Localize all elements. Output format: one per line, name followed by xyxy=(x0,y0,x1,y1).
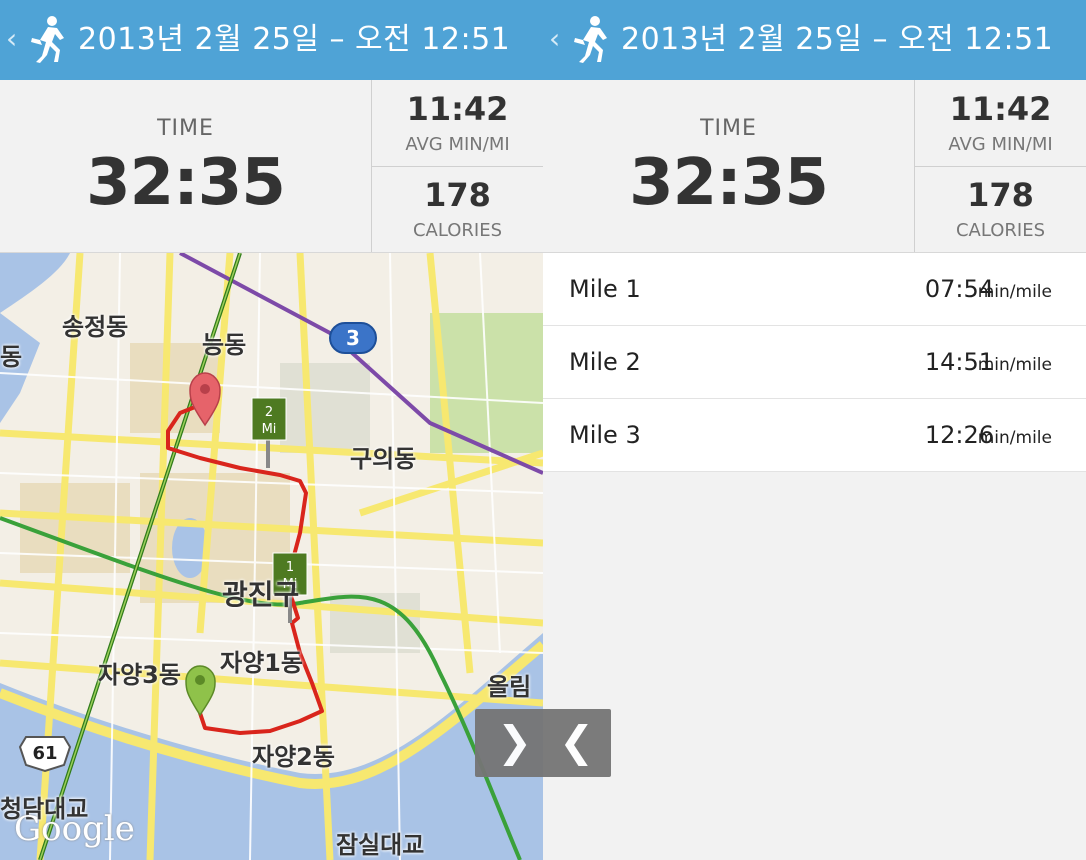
split-pace-unit: min/mile xyxy=(977,355,1052,375)
map-label-jayang1: 자양1동 xyxy=(220,649,303,677)
stats-panel: TIME 32:35 11:42 AVG MIN/MI 178 CALORIES xyxy=(0,80,543,253)
pace-block-right: 11:42 AVG MIN/MI xyxy=(915,80,1086,167)
back-icon-right[interactable]: ‹ xyxy=(549,22,560,56)
time-label: TIME xyxy=(157,116,214,141)
subway-line-number: 3 xyxy=(346,326,360,350)
time-value: 32:35 xyxy=(86,146,286,220)
split-row-mile-2[interactable]: Mile 2 14:51 min/mile xyxy=(543,326,1086,399)
header-bar: ‹ 2013년 2월 25일 – 오전 12:51 xyxy=(0,0,543,80)
map-label-ollim: 올림 xyxy=(487,673,532,701)
google-attribution: Google xyxy=(14,809,135,849)
map-label-jayang2: 자양2동 xyxy=(252,743,335,771)
split-pace-unit: min/mile xyxy=(977,428,1052,448)
calories-block: 178 CALORIES xyxy=(372,166,543,252)
map-label-gwangjin: 광진구 xyxy=(222,578,300,611)
map-label-jamsil-bridge: 잠실대교 xyxy=(336,831,425,859)
workout-date-title-right: 2013년 2월 25일 – 오전 12:51 xyxy=(621,22,1054,57)
app-root: ‹ 2013년 2월 25일 – 오전 12:51 TIME 32:35 11:… xyxy=(0,0,1086,860)
time-label-right: TIME xyxy=(700,116,757,141)
map-label-songjeong: 송정동 xyxy=(62,313,129,341)
header-bar-right: ‹ 2013년 2월 25일 – 오전 12:51 xyxy=(543,0,1086,80)
mile-2-number: 2 xyxy=(265,405,273,420)
split-pace-unit: min/mile xyxy=(977,282,1052,302)
mile-2-unit: Mi xyxy=(262,422,277,437)
back-icon[interactable]: ‹ xyxy=(6,22,17,56)
map-label-dong: 동 xyxy=(0,343,23,371)
chevron-right-icon[interactable]: ❯ xyxy=(497,717,532,766)
calories-block-right: 178 CALORIES xyxy=(915,166,1086,252)
split-mile-label: Mile 2 xyxy=(569,348,641,376)
highway-number: 61 xyxy=(32,743,57,764)
workout-date-title: 2013년 2월 25일 – 오전 12:51 xyxy=(78,22,511,57)
calories-label-right: CALORIES xyxy=(955,220,1046,241)
time-value-right: 32:35 xyxy=(629,146,829,220)
calories-label: CALORIES xyxy=(412,220,503,241)
pace-label: AVG MIN/MI xyxy=(405,134,510,155)
split-mile-label: Mile 3 xyxy=(569,421,641,449)
time-block-right: TIME 32:35 xyxy=(543,80,914,252)
pace-block: 11:42 AVG MIN/MI xyxy=(372,80,543,167)
map-label-guui: 구의동 xyxy=(350,445,417,473)
pace-label-right: AVG MIN/MI xyxy=(948,134,1053,155)
splits-panel: ‹ 2013년 2월 25일 – 오전 12:51 TIME 32:35 11:… xyxy=(543,0,1086,860)
pace-value: 11:42 xyxy=(406,90,509,128)
stats-panel-right: TIME 32:35 11:42 AVG MIN/MI 178 CALORIES xyxy=(543,80,1086,253)
splits-list: Mile 1 07:54 min/mile Mile 2 14:51 min/m… xyxy=(543,253,1086,472)
map-label-jayang3: 자양3동 xyxy=(98,661,181,689)
route-map[interactable]: 3 61 2 Mi 1 Mi 송정동 능동 동 구의동 광진구 자양3동 자양1… xyxy=(0,253,543,860)
map-label-neung: 능동 xyxy=(202,331,247,359)
runner-icon xyxy=(31,16,64,63)
pace-value-right: 11:42 xyxy=(949,90,1052,128)
split-mile-label: Mile 1 xyxy=(569,275,641,303)
split-row-mile-1[interactable]: Mile 1 07:54 min/mile xyxy=(543,253,1086,326)
time-block: TIME 32:35 xyxy=(0,80,371,252)
runner-icon-right xyxy=(574,16,607,63)
calories-value: 178 xyxy=(424,176,491,214)
map-panel: ‹ 2013년 2월 25일 – 오전 12:51 TIME 32:35 11:… xyxy=(0,0,543,860)
panel-toggle-button[interactable]: ❯ ❮ xyxy=(475,709,611,777)
split-row-mile-3[interactable]: Mile 3 12:26 min/mile xyxy=(543,399,1086,472)
calories-value-right: 178 xyxy=(967,176,1034,214)
chevron-left-icon[interactable]: ❮ xyxy=(559,717,594,766)
